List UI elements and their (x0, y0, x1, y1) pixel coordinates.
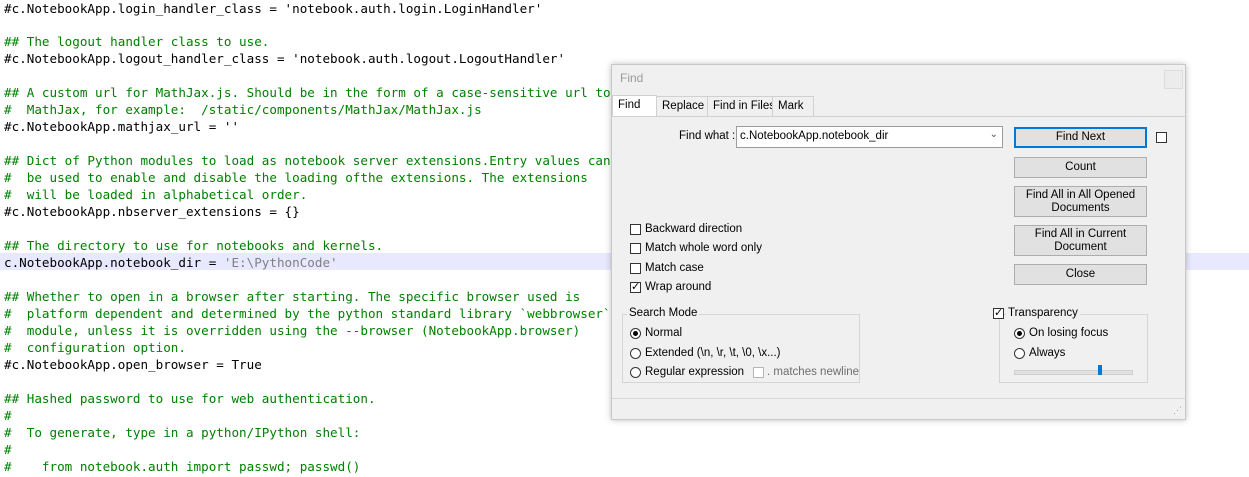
find-next-button[interactable]: Find Next (1014, 127, 1147, 148)
normal-label: Normal (645, 327, 683, 339)
whole-word-label: Match whole word only (645, 242, 762, 254)
find-what-value: c.NotebookApp.notebook_dir (740, 130, 889, 142)
chevron-down-icon[interactable]: ⌄ (990, 129, 998, 140)
match-case-label: Match case (645, 262, 704, 274)
tab-replace[interactable]: Replace (656, 96, 710, 116)
always-radio[interactable] (1014, 348, 1025, 359)
regex-label: Regular expression (645, 366, 745, 378)
current-code-line: c.NotebookApp.notebook_dir = 'E:\PythonC… (4, 254, 338, 271)
code-line: ## A custom url for MathJax.js. Should b… (4, 85, 611, 100)
code-text: c.NotebookApp.notebook_dir = (4, 255, 224, 270)
code-line: # configuration option. (4, 340, 186, 355)
code-line: #c.NotebookApp.open_browser = True (4, 357, 262, 372)
code-line: # be used to enable and disable the load… (4, 170, 588, 185)
find-all-current-button[interactable]: Find All in Current Document (1014, 225, 1147, 256)
code-line: # (4, 442, 12, 457)
matches-newline-label: . matches newline (767, 366, 860, 378)
code-line: # MathJax, for example: /static/componen… (4, 102, 482, 117)
regex-radio[interactable] (630, 367, 641, 378)
find-next-checkbox[interactable] (1156, 132, 1167, 143)
code-line: ## Hashed password to use for web authen… (4, 391, 376, 406)
always-label: Always (1029, 347, 1066, 359)
status-divider (612, 398, 1185, 399)
extended-radio[interactable] (630, 348, 641, 359)
code-line: ## Whether to open in a browser after st… (4, 289, 581, 304)
code-line: #c.NotebookApp.mathjax_url = '' (4, 119, 240, 134)
whole-word-checkbox[interactable] (630, 243, 641, 254)
tab-find-in-files[interactable]: Find in Files (707, 96, 781, 116)
close-button[interactable]: Close (1014, 264, 1147, 285)
find-what-label: Find what : (679, 130, 736, 142)
string-literal: 'E:\PythonCode' (223, 255, 338, 270)
transparency-slider[interactable] (1014, 370, 1133, 375)
tab-mark[interactable]: Mark (772, 96, 814, 116)
backward-checkbox[interactable] (630, 224, 641, 235)
code-line: #c.NotebookApp.login_handler_class = 'no… (4, 1, 543, 16)
resize-grip-icon[interactable]: ⋰ (1173, 405, 1182, 416)
wrap-around-checkbox[interactable] (630, 280, 641, 293)
code-line: # will be loaded in alphabetical order. (4, 187, 308, 202)
match-case-checkbox[interactable] (630, 263, 641, 274)
normal-radio[interactable] (630, 328, 641, 339)
code-line: #c.NotebookApp.logout_handler_class = 'n… (4, 51, 566, 66)
code-line: #c.NotebookApp.nbserver_extensions = {} (4, 204, 300, 219)
dialog-title: Find (620, 71, 644, 85)
extended-label: Extended (\n, \r, \t, \0, \x...) (645, 347, 781, 359)
count-button[interactable]: Count (1014, 157, 1147, 178)
code-line: # platform dependent and determined by t… (4, 306, 611, 321)
code-line: # module, unless it is overridden using … (4, 323, 581, 338)
code-line: # (4, 408, 12, 423)
matches-newline-checkbox[interactable] (753, 367, 764, 378)
on-losing-focus-label: On losing focus (1029, 327, 1109, 339)
transparency-slider-thumb[interactable] (1098, 365, 1102, 375)
find-all-opened-button[interactable]: Find All in All Opened Documents (1014, 186, 1147, 217)
find-dialog: Find Find Replace Find in Files Mark Fin… (611, 64, 1186, 420)
search-mode-title: Search Mode (627, 307, 700, 319)
tab-divider (612, 116, 1185, 117)
code-line: ## Dict of Python modules to load as not… (4, 153, 611, 168)
backward-label: Backward direction (645, 223, 743, 235)
code-line: ## The logout handler class to use. (4, 34, 270, 49)
tab-find[interactable]: Find (612, 95, 657, 117)
transparency-title: Transparency (1006, 307, 1080, 319)
code-line: # To generate, type in a python/IPython … (4, 425, 361, 440)
code-line: ## The directory to use for notebooks an… (4, 238, 384, 253)
code-line: # from notebook.auth import passwd; pass… (4, 459, 361, 474)
find-what-input[interactable]: c.NotebookApp.notebook_dir ⌄ (736, 126, 1003, 148)
close-icon[interactable] (1164, 70, 1183, 89)
on-losing-focus-radio[interactable] (1014, 328, 1025, 339)
transparency-checkbox[interactable] (993, 306, 1004, 319)
wrap-around-label: Wrap around (645, 281, 712, 293)
